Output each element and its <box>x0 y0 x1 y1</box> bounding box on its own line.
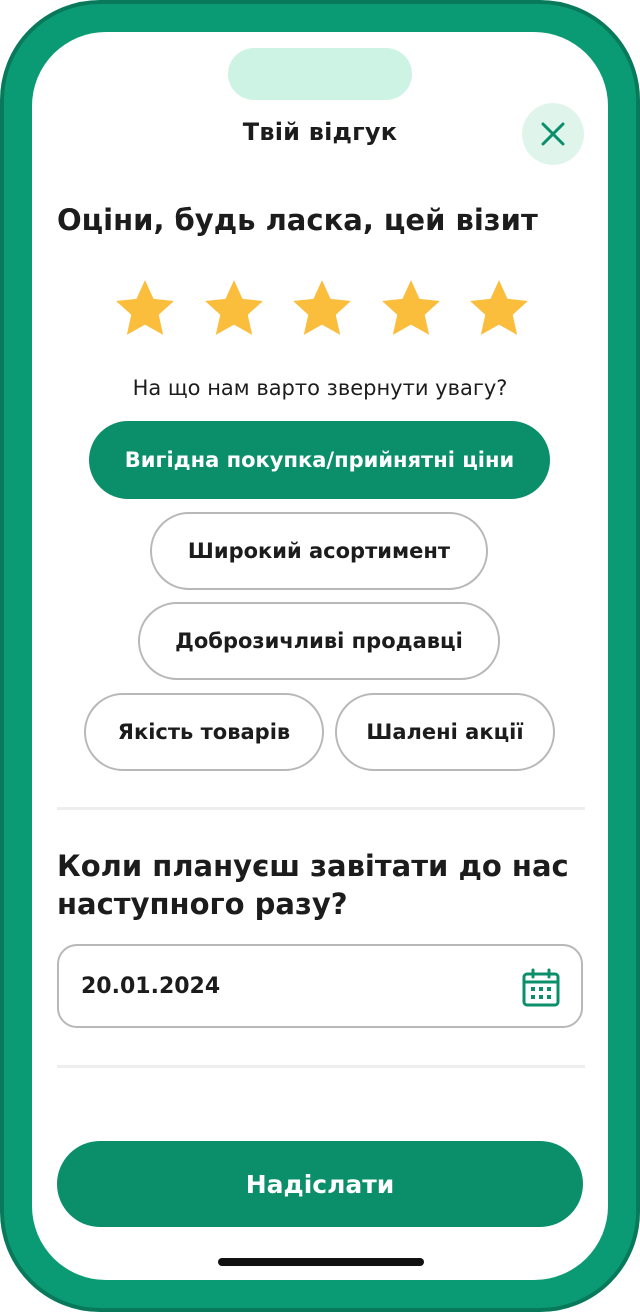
drag-handle-pill[interactable] <box>228 48 412 100</box>
feedback-question: На що нам варто звернути увагу? <box>132 376 508 400</box>
date-value: 20.01.2024 <box>81 973 221 999</box>
divider <box>57 1065 585 1068</box>
next-visit-title-line1: Коли плануєш завітати до нас <box>57 849 569 883</box>
chip-wide-assortment[interactable]: Широкий асортимент <box>150 512 488 590</box>
home-indicator <box>218 1258 424 1266</box>
next-visit-title-line2: наступного разу? <box>57 887 348 921</box>
close-icon <box>541 122 565 146</box>
close-button[interactable] <box>522 103 584 165</box>
star-icon[interactable] <box>378 276 444 342</box>
chip-good-prices[interactable]: Вигідна покупка/прийнятні ціни <box>89 421 550 499</box>
rating-title: Оціни, будь ласка, цей візит <box>57 203 538 237</box>
chip-crazy-promotions[interactable]: Шалені акції <box>335 693 555 771</box>
divider <box>57 807 585 810</box>
calendar-icon[interactable] <box>521 968 561 1008</box>
feedback-screen: Твій відгук Оціни, будь ласка, цей візит… <box>32 32 608 1280</box>
date-field[interactable]: 20.01.2024 <box>57 944 583 1028</box>
star-icon[interactable] <box>201 276 267 342</box>
star-icon[interactable] <box>112 276 178 342</box>
chip-product-quality[interactable]: Якість товарів <box>84 693 324 771</box>
star-icon[interactable] <box>289 276 355 342</box>
star-rating[interactable] <box>112 276 532 342</box>
submit-button[interactable]: Надіслати <box>57 1141 583 1227</box>
star-icon[interactable] <box>466 276 532 342</box>
chip-friendly-sellers[interactable]: Доброзичливі продавці <box>138 602 500 680</box>
